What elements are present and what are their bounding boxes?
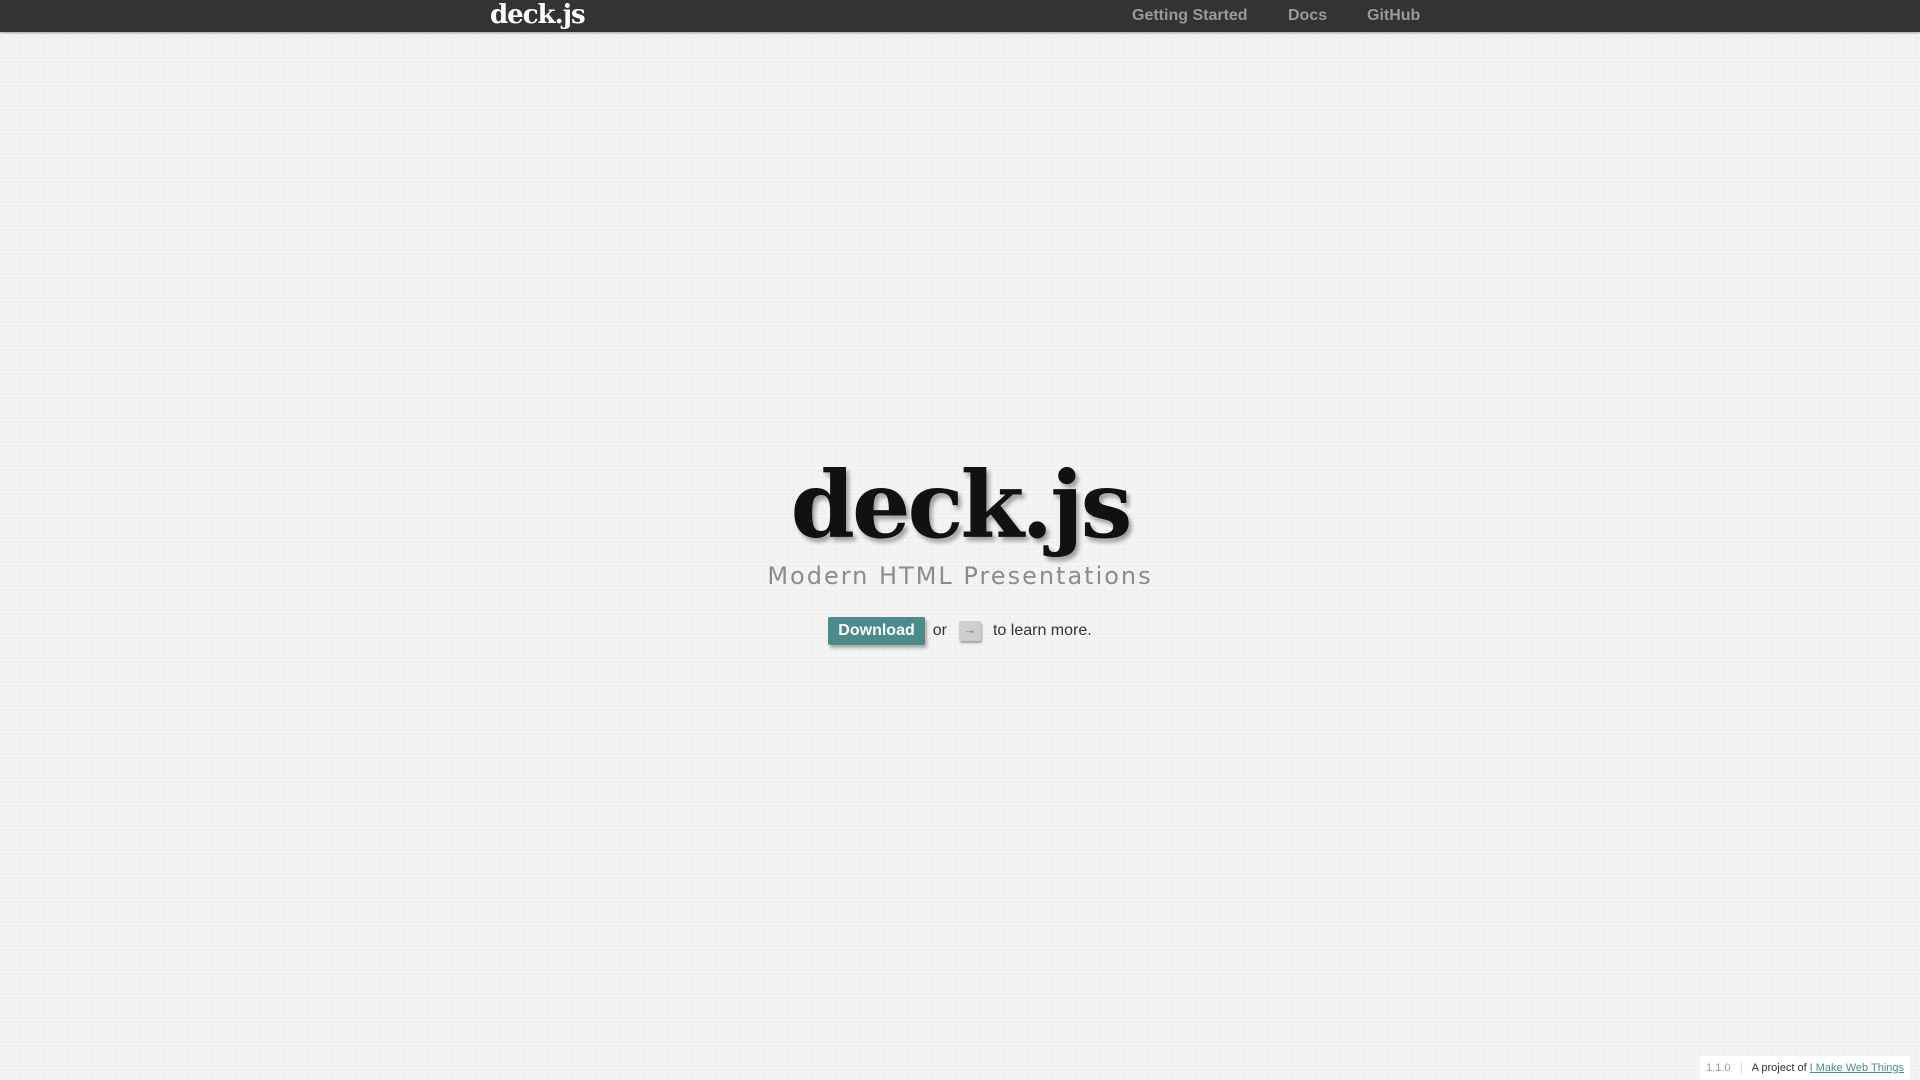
nav-docs[interactable]: Docs — [1288, 0, 1327, 32]
download-button[interactable]: Download — [828, 617, 925, 645]
cta-row: Download or → to learn more. — [0, 617, 1920, 645]
nav-getting-started[interactable]: Getting Started — [1132, 0, 1248, 32]
nav-github[interactable]: GitHub — [1367, 0, 1420, 32]
or-text: or — [932, 622, 947, 639]
project-text: A project of — [1751, 1062, 1807, 1074]
hero: deck.js Modern HTML Presentations Downlo… — [0, 455, 1920, 645]
hero-tagline: Modern HTML Presentations — [767, 562, 1153, 590]
imakewebthings-link[interactable]: I Make Web Things — [1810, 1062, 1904, 1074]
learn-more-text: to learn more. — [992, 622, 1092, 639]
top-bar: deck.js Getting Started Docs GitHub — [0, 0, 1920, 32]
right-arrow-key-icon[interactable]: → — [958, 621, 981, 641]
version-label: 1.1.0 — [1706, 1062, 1742, 1074]
hero-logo: deck.js — [790, 451, 1133, 559]
top-nav: Getting Started Docs GitHub — [0, 0, 1920, 32]
footer: 1.1.0 A project of I Make Web Things — [1700, 1056, 1910, 1080]
